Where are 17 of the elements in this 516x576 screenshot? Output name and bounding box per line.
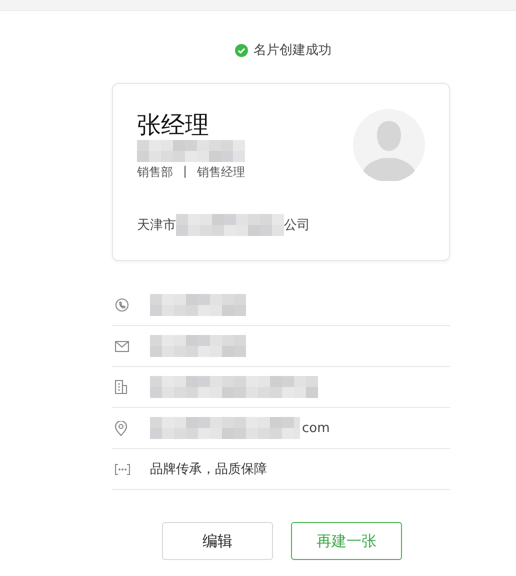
edit-button[interactable]: 编辑 xyxy=(162,522,273,560)
company-text: 天津市 xyxy=(137,217,176,234)
job-title: 销售经理 xyxy=(197,164,246,181)
row-text: 品牌传承，品质保障 xyxy=(150,461,267,478)
department-text: 销售部 xyxy=(137,164,173,181)
success-icon xyxy=(234,44,248,56)
building-icon xyxy=(115,380,127,394)
mail-icon xyxy=(115,340,129,352)
company-text: 公司 xyxy=(284,217,310,234)
separator-text: | xyxy=(183,164,188,180)
phone-icon xyxy=(115,298,129,312)
success-message: 名片创建成功 xyxy=(254,42,332,59)
row-text: com xyxy=(302,420,330,436)
avatar-icon xyxy=(353,109,425,181)
message-icon xyxy=(115,464,130,474)
location-pin-icon xyxy=(115,420,127,436)
contact-name: 张经理 xyxy=(137,110,210,140)
